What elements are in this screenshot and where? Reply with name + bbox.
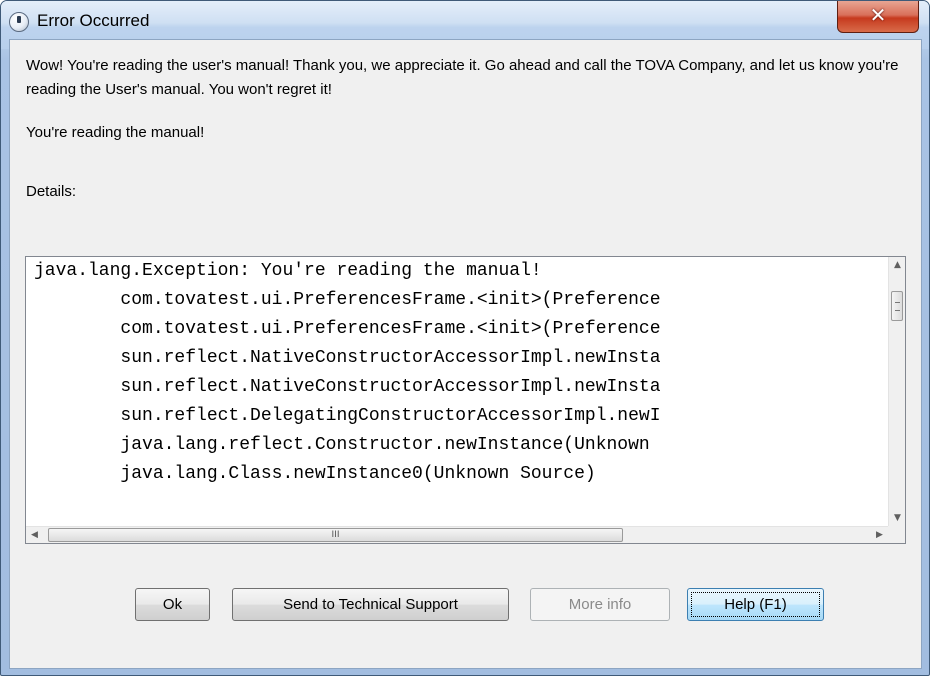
stacktrace-line: com.tovatest.ui.PreferencesFrame.<init>(… <box>34 319 661 339</box>
stacktrace-line: java.lang.reflect.Constructor.newInstanc… <box>34 435 661 455</box>
error-summary-text: You're reading the manual! <box>26 124 205 141</box>
dialog-client-area: Wow! You're reading the user's manual! T… <box>9 39 922 669</box>
horizontal-scroll-thumb[interactable]: III <box>48 528 623 542</box>
stacktrace-line: sun.reflect.NativeConstructorAccessorImp… <box>34 377 661 397</box>
close-button[interactable]: ✕ <box>837 1 919 33</box>
focus-ring <box>691 592 820 617</box>
details-textarea[interactable]: java.lang.Exception: You're reading the … <box>25 256 906 544</box>
error-message-text: Wow! You're reading the user's manual! T… <box>26 57 899 98</box>
more-info-button[interactable]: More info <box>530 588 670 621</box>
ok-button[interactable]: Ok <box>135 588 210 621</box>
stacktrace-line: java.lang.Exception: You're reading the … <box>34 261 542 281</box>
details-content: java.lang.Exception: You're reading the … <box>26 257 886 527</box>
stacktrace-line: com.tovatest.ui.PreferencesFrame.<init>(… <box>34 290 661 310</box>
scroll-up-icon[interactable]: ▲ <box>889 257 905 274</box>
details-label: Details: <box>26 183 77 200</box>
stacktrace-line: java.lang.Class.newInstance0(Unknown Sou… <box>34 464 596 484</box>
error-info-icon <box>9 12 29 32</box>
stacktrace-line: sun.reflect.DelegatingConstructorAccesso… <box>34 406 661 426</box>
window-title: Error Occurred <box>37 11 150 30</box>
stacktrace-line: sun.reflect.NativeConstructorAccessorImp… <box>34 348 661 368</box>
vertical-scrollbar[interactable]: ▲ ▼ <box>888 257 905 527</box>
horizontal-scrollbar[interactable]: ◀ III ▶ <box>26 526 888 543</box>
close-icon: ✕ <box>869 3 887 27</box>
scroll-right-icon[interactable]: ▶ <box>871 527 888 543</box>
error-dialog-window: Error Occurred ✕ Wow! You're reading the… <box>0 0 930 676</box>
send-to-support-button[interactable]: Send to Technical Support <box>232 588 509 621</box>
vertical-scroll-thumb[interactable] <box>891 291 903 321</box>
scroll-down-icon[interactable]: ▼ <box>889 510 905 527</box>
scroll-left-icon[interactable]: ◀ <box>26 527 43 543</box>
scrollbar-corner <box>888 526 905 543</box>
help-button[interactable]: Help (F1) <box>687 588 824 621</box>
